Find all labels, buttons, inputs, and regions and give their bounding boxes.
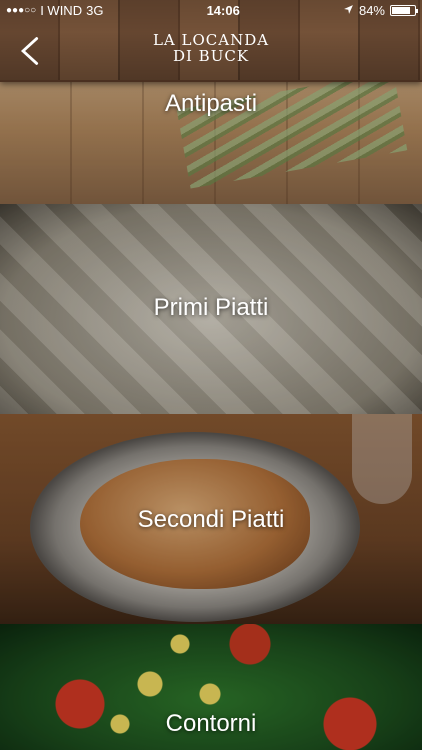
category-primi-piatti[interactable]: Primi Piatti (0, 204, 422, 414)
carrier-name: I WIND (40, 2, 83, 18)
restaurant-logo: LA LOCANDA DI BUCK (0, 32, 422, 64)
category-label: Contorni (165, 710, 257, 737)
battery-percentage: 84% (358, 2, 385, 18)
status-time: 14:06 (206, 2, 240, 18)
logo-line-2: DI BUCK (172, 47, 250, 65)
category-secondi-piatti[interactable]: Secondi Piatti (0, 414, 422, 624)
network-type: 3G (86, 2, 104, 18)
status-bar: ●●●○○ I WIND 3G 14:06 84% (0, 0, 422, 20)
category-label: Primi Piatti (153, 294, 269, 321)
category-label: Antipasti (164, 90, 258, 117)
signal-strength-icon: ●●●○○ (6, 4, 37, 16)
category-antipasti[interactable]: Antipasti (0, 80, 422, 204)
category-label: Secondi Piatti (137, 506, 285, 533)
category-contorni[interactable]: Contorni (0, 624, 422, 750)
battery-icon (390, 4, 418, 16)
logo-line-1: LA LOCANDA (152, 31, 270, 49)
location-arrow-icon (343, 3, 354, 18)
